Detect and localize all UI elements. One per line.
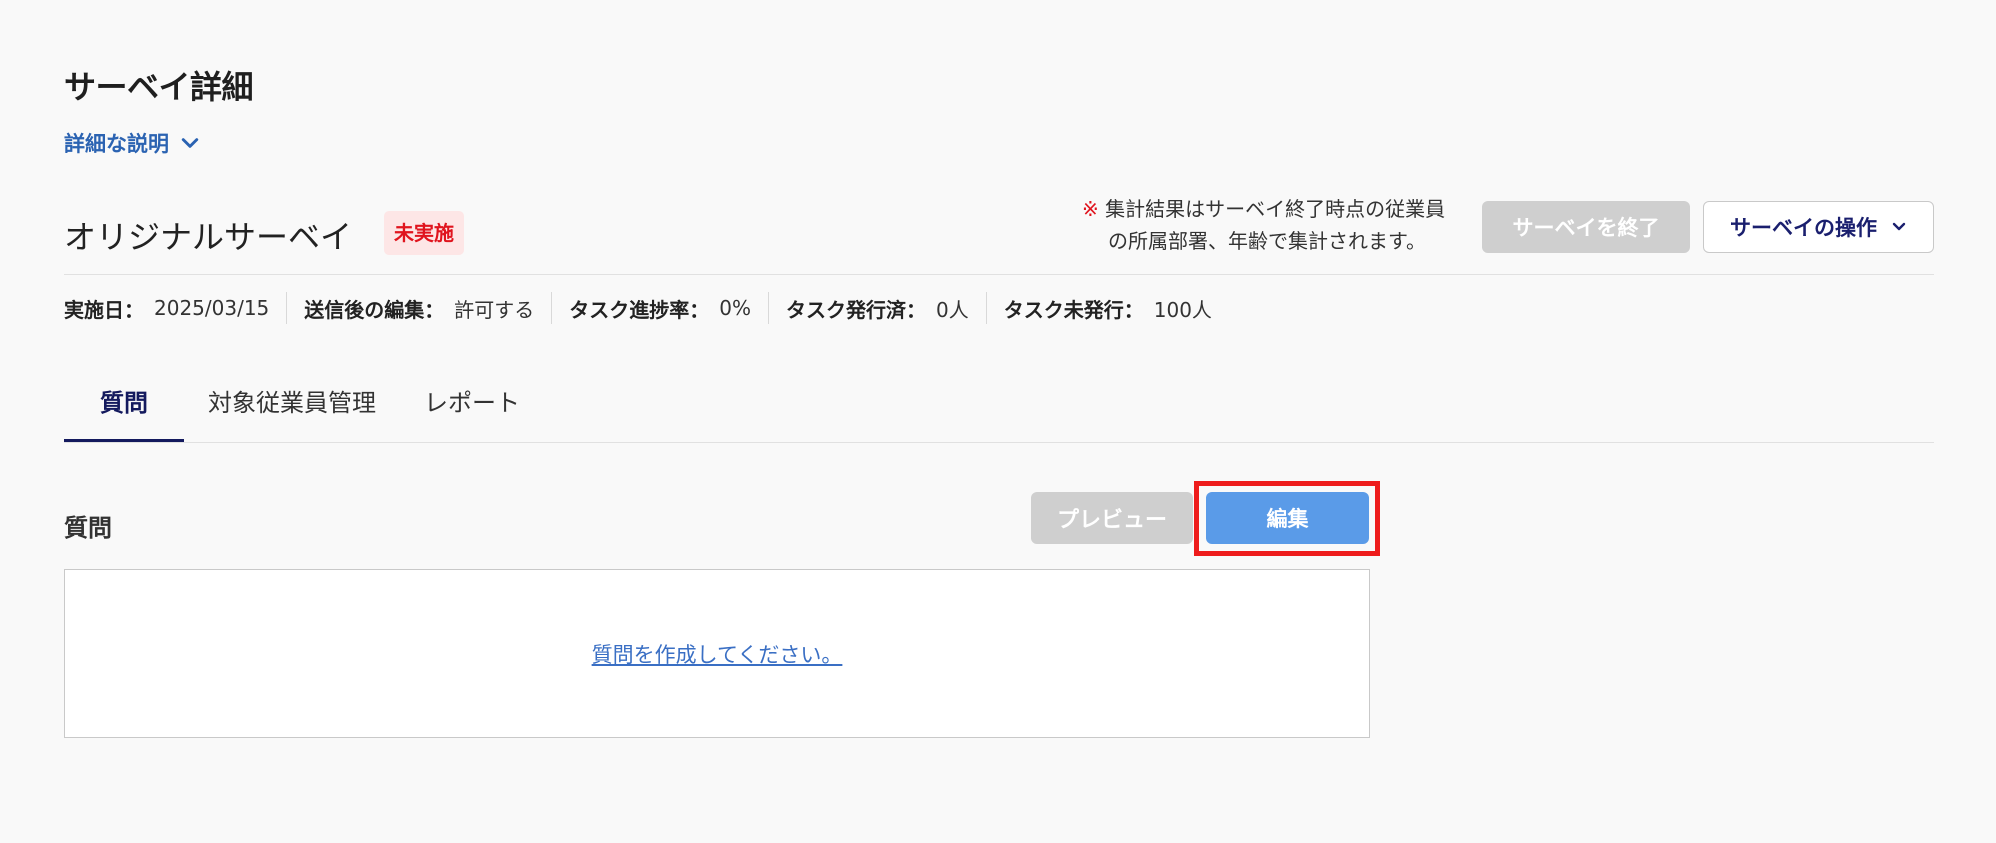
meta-label: タスク未発行： (1003, 297, 1144, 322)
chevron-down-icon (1892, 222, 1906, 231)
chevron-down-icon (181, 138, 199, 148)
meta-value: 0% (719, 296, 752, 320)
tab-divider (64, 442, 1934, 443)
meta-tasks-issued: タスク発行済： 0人 (768, 292, 986, 324)
page-title: サーベイ詳細 (64, 68, 254, 106)
meta-implementation-date: 実施日： 2025/03/15 (64, 292, 286, 324)
meta-label: タスク進捗率： (569, 297, 710, 322)
divider (64, 274, 1934, 275)
questions-empty-state: 質問を作成してください。 (64, 569, 1370, 738)
meta-label: 送信後の編集： (304, 297, 445, 322)
survey-operations-button[interactable]: サーベイの操作 (1703, 201, 1934, 253)
tab-bar: 質問 対象従業員管理 レポート (64, 377, 544, 443)
tab-report[interactable]: レポート (400, 377, 544, 443)
end-survey-button[interactable]: サーベイを終了 (1482, 201, 1690, 253)
preview-button[interactable]: プレビュー (1031, 492, 1193, 544)
survey-name: オリジナルサーベイ (64, 218, 353, 256)
meta-label: タスク発行済： (786, 297, 927, 322)
note-mark: ※ (1082, 197, 1099, 221)
tab-questions[interactable]: 質問 (64, 377, 184, 443)
survey-operations-label: サーベイの操作 (1730, 216, 1877, 240)
meta-task-progress: タスク進捗率： 0% (551, 292, 768, 324)
meta-value: 0人 (936, 297, 969, 322)
section-title: 質問 (64, 514, 112, 542)
tab-target-employees[interactable]: 対象従業員管理 (184, 377, 400, 443)
meta-edit-after-send: 送信後の編集： 許可する (286, 292, 551, 324)
note-line-1: 集計結果はサーベイ終了時点の従業員 (1105, 197, 1446, 221)
status-badge: 未実施 (384, 211, 464, 255)
meta-value: 許可する (454, 297, 535, 322)
meta-value: 2025/03/15 (154, 296, 270, 320)
edit-button[interactable]: 編集 (1206, 492, 1369, 544)
survey-meta: 実施日： 2025/03/15 送信後の編集： 許可する タスク進捗率： 0% … (64, 292, 1229, 324)
aggregation-note: ※ 集計結果はサーベイ終了時点の従業員 の所属部署、年齢で集計されます。 (1082, 193, 1476, 257)
meta-label: 実施日： (64, 297, 144, 322)
description-toggle[interactable]: 詳細な説明 (64, 128, 199, 158)
note-line-2: の所属部署、年齢で集計されます。 (1108, 229, 1426, 253)
meta-value: 100人 (1153, 297, 1212, 322)
meta-tasks-not-issued: タスク未発行： 100人 (985, 292, 1229, 324)
create-question-link[interactable]: 質問を作成してください。 (592, 639, 843, 669)
description-toggle-label: 詳細な説明 (64, 132, 169, 156)
